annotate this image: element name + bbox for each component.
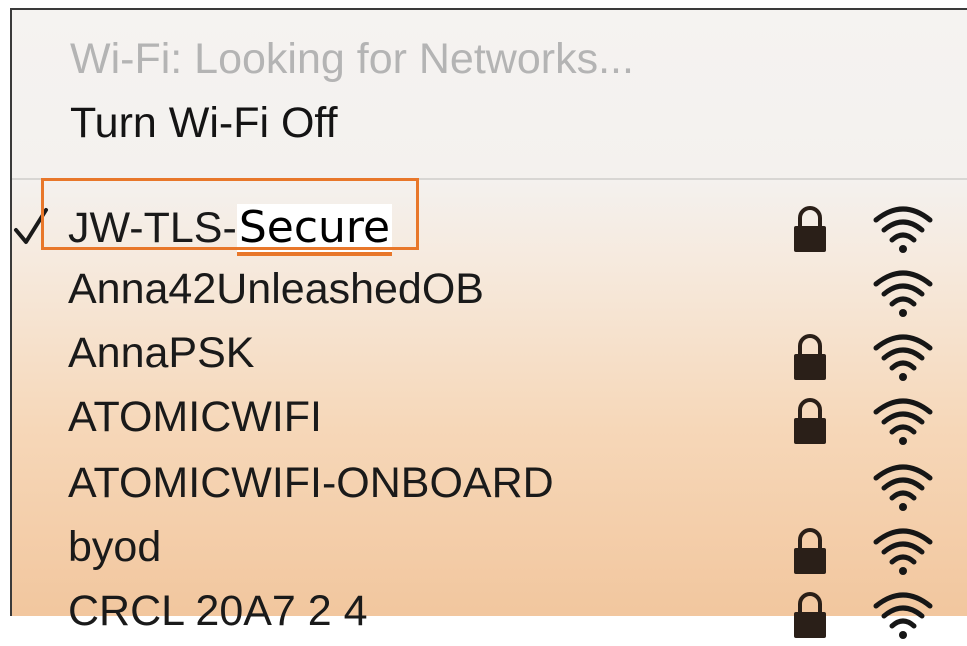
network-name: ATOMICWIFI <box>68 393 322 441</box>
selection-highlight-box <box>41 178 419 250</box>
network-item-annapsk[interactable]: AnnaPSK <box>10 324 967 388</box>
network-name: CRCL 20A7 2 4 <box>68 587 368 635</box>
network-name: Anna42UnleashedOB <box>68 265 484 313</box>
network-list: JW-TLS-Secure Anna42UnleashedOB AnnaPSK <box>10 8 967 639</box>
network-item-crcl-20a7-2-4[interactable]: CRCL 20A7 2 4 <box>10 582 967 646</box>
wifi-signal-icon <box>873 270 933 317</box>
wifi-signal-icon <box>873 528 933 575</box>
network-item-byod[interactable]: byod <box>10 518 967 582</box>
wifi-signal-icon <box>873 206 933 253</box>
wifi-signal-icon <box>873 464 933 511</box>
network-name: byod <box>68 523 162 571</box>
wifi-signal-icon <box>873 592 933 639</box>
wifi-signal-icon <box>873 334 933 381</box>
network-item-atomicwifi-onboard[interactable]: ATOMICWIFI-ONBOARD <box>10 454 967 518</box>
lock-icon <box>794 206 826 252</box>
network-name: ATOMICWIFI-ONBOARD <box>68 459 554 507</box>
wifi-signal-icon <box>873 398 933 445</box>
network-item-anna42unleashedob[interactable]: Anna42UnleashedOB <box>10 260 967 324</box>
lock-icon <box>794 528 826 574</box>
lock-icon <box>794 592 826 638</box>
lock-icon <box>794 398 826 444</box>
network-name: AnnaPSK <box>68 329 255 377</box>
network-item-atomicwifi[interactable]: ATOMICWIFI <box>10 388 967 452</box>
lock-icon <box>794 334 826 380</box>
